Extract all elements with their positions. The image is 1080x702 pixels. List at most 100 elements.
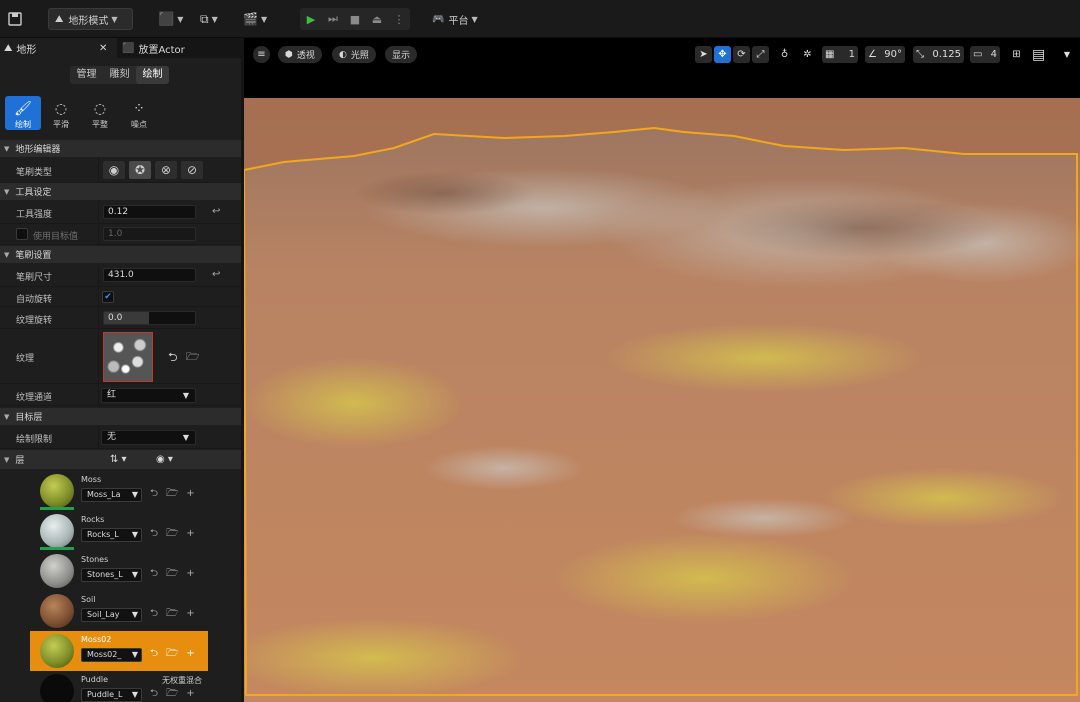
layer-info-dropdown[interactable]: Puddle_L ▼ — [81, 688, 142, 702]
list-item[interactable]: Soil Soil_Lay ▼ ⮌🗁+ — [30, 591, 208, 631]
list-item[interactable]: Stones Stones_L ▼ ⮌🗁+ — [30, 551, 208, 591]
tab-paint[interactable]: 绘制 — [136, 66, 169, 84]
surface-snap-icon[interactable]: ✲ — [799, 46, 816, 63]
list-item-selected[interactable]: Moss02 Moss02_ ▼ ⮌🗁+ — [30, 631, 208, 671]
reset-icon[interactable]: ↩ — [212, 269, 220, 280]
brush-pattern-icon[interactable]: ⊗ — [155, 161, 177, 179]
add-icon[interactable]: + — [186, 528, 202, 539]
level-viewport[interactable]: ≡ ⬢ 透视 ◐ 光照 显示 ➤ ✥ ⟳ ⤢ ♁ ✲ ▦ 1 ∠ 90° ⤡ 0… — [244, 38, 1080, 702]
camera-speed-button[interactable]: ▭ 4 — [970, 46, 1000, 63]
tool-smooth[interactable]: ◌ 平滑 — [43, 96, 79, 130]
use-selected-icon[interactable]: ⮌ — [150, 488, 166, 499]
use-selected-icon[interactable]: ⮌ — [168, 348, 178, 369]
add-icon[interactable]: + — [186, 608, 202, 619]
paint-restriction-dropdown[interactable]: 无 ▼ — [101, 430, 196, 445]
layer-info-dropdown[interactable]: Stones_L ▼ — [81, 568, 142, 582]
brush-alpha-icon[interactable]: ✪ — [129, 161, 151, 179]
tool-flatten[interactable]: ◌ 平整 — [82, 96, 118, 130]
stop-icon[interactable]: ■ — [344, 13, 366, 26]
section-landscape-editor[interactable]: ▼ 地形编辑器 — [0, 140, 241, 157]
tab-manage[interactable]: 管理 — [70, 66, 103, 84]
use-selected-icon[interactable]: ⮌ — [150, 608, 166, 619]
add-actor-icon[interactable]: ⬛ ▼ — [158, 8, 183, 30]
browse-folder-icon[interactable]: 🗁 — [166, 608, 186, 619]
texture-channel-dropdown[interactable]: 红 ▼ — [101, 388, 196, 403]
brush-circle-icon[interactable]: ◉ — [103, 161, 125, 179]
texture-thumbnail[interactable] — [103, 332, 153, 382]
tab-place-actor[interactable]: ⬛ 放置Actor — [118, 38, 241, 58]
tool-label: 绘制 — [15, 120, 31, 129]
layer-info-dropdown[interactable]: Rocks_L ▼ — [81, 528, 142, 542]
layout-menu[interactable]: ▤ ▼ — [1029, 46, 1073, 63]
tab-landscape[interactable]: ⛰ 地形 ✕ — [0, 38, 117, 58]
list-item[interactable]: Moss Moss_La ▼ ⮌🗁+ — [30, 471, 208, 511]
brush-component-icon[interactable]: ⊘ — [181, 161, 203, 179]
brush-size-input[interactable]: 431.0 — [103, 268, 196, 282]
scale-snap-icon: ⤡ — [916, 49, 924, 60]
add-icon[interactable]: + — [186, 488, 202, 499]
scale-icon[interactable]: ⤢ — [752, 46, 769, 63]
rotate-icon[interactable]: ⟳ — [733, 46, 750, 63]
mode-selector[interactable]: ⛰ 地形模式 ▼ — [48, 8, 133, 30]
close-icon[interactable]: ✕ — [99, 43, 107, 54]
save-icon[interactable] — [8, 8, 22, 30]
list-item[interactable]: Rocks Rocks_L ▼ ⮌🗁+ — [30, 511, 208, 551]
section-tool-settings[interactable]: ▼ 工具设定 — [0, 183, 241, 200]
select-icon[interactable]: ➤ — [695, 46, 712, 63]
section-title: 地形编辑器 — [15, 145, 61, 155]
use-selected-icon[interactable]: ⮌ — [150, 568, 166, 579]
sort-icon[interactable]: ⇅ ▾ — [110, 454, 127, 465]
section-target-layer[interactable]: ▼ 目标层 — [0, 408, 241, 425]
use-target-checkbox[interactable] — [16, 228, 28, 240]
texture-label: 纹理 — [16, 354, 35, 364]
use-selected-icon[interactable]: ⮌ — [150, 528, 166, 539]
add-icon[interactable]: + — [186, 688, 202, 699]
browse-folder-icon[interactable]: 🗁 — [186, 348, 200, 367]
auto-rotate-checkbox[interactable]: ✔ — [102, 291, 114, 303]
platform-menu[interactable]: 🎮 平台 ▼ — [432, 8, 478, 30]
section-layers[interactable]: ▼ 层 ⇅ ▾ ◉ ▾ — [0, 450, 241, 469]
cinematics-icon[interactable]: 🎬 ▼ — [243, 8, 267, 30]
scale-snap-button[interactable]: ⤡ 0.125 — [913, 46, 964, 63]
eject-icon[interactable]: ⏏ — [366, 13, 388, 26]
landscape-icon: ⛰ — [4, 42, 13, 54]
browse-folder-icon[interactable]: 🗁 — [166, 688, 186, 699]
use-selected-icon[interactable]: ⮌ — [150, 688, 166, 699]
section-title: 工具设定 — [15, 188, 52, 198]
section-brush-settings[interactable]: ▼ 笔刷设置 — [0, 246, 241, 263]
use-selected-icon[interactable]: ⮌ — [150, 648, 166, 659]
tool-paint[interactable]: 🖌 绘制 — [5, 96, 41, 130]
add-icon[interactable]: + — [186, 648, 202, 659]
list-item[interactable]: Puddle 无权重混合 Puddle_L ▼ ⮌🗁+ — [30, 671, 208, 702]
show-button[interactable]: 显示 — [385, 46, 418, 63]
noise-icon: ⁘ — [133, 101, 145, 117]
visibility-icon[interactable]: ◉ ▾ — [156, 454, 173, 465]
browse-folder-icon[interactable]: 🗁 — [166, 568, 186, 579]
grid-snap-button[interactable]: ▦ 1 — [822, 46, 858, 63]
world-local-icon[interactable]: ♁ — [776, 46, 793, 63]
layer-info-dropdown[interactable]: Soil_Lay ▼ — [81, 608, 142, 622]
rotation-snap-button[interactable]: ∠ 90° — [865, 46, 905, 63]
lighting-button[interactable]: ◐ 光照 — [332, 46, 376, 63]
blueprint-icon[interactable]: ⧉ ▼ — [200, 8, 218, 30]
browse-folder-icon[interactable]: 🗁 — [166, 488, 186, 499]
texture-rotation-slider[interactable]: 0.0 — [103, 311, 196, 325]
layer-info-dropdown[interactable]: Moss02_ ▼ — [81, 648, 142, 662]
browse-folder-icon[interactable]: 🗁 — [166, 528, 186, 539]
hamburger-menu-icon[interactable]: ≡ — [253, 46, 270, 63]
step-icon[interactable]: ⏭ — [322, 12, 344, 26]
layer-info-dropdown[interactable]: Moss_La ▼ — [81, 488, 142, 502]
section-title: 目标层 — [15, 413, 43, 423]
maximize-icon[interactable]: ⊞ — [1008, 46, 1025, 63]
play-icon[interactable]: ▶ — [300, 13, 322, 26]
perspective-button[interactable]: ⬢ 透视 — [278, 46, 322, 63]
tool-noise[interactable]: ⁘ 噪点 — [121, 96, 157, 130]
terrain-view[interactable] — [244, 98, 1080, 702]
reset-icon[interactable]: ↩ — [212, 206, 220, 217]
add-icon[interactable]: + — [186, 568, 202, 579]
translate-icon[interactable]: ✥ — [714, 46, 731, 63]
tab-sculpt[interactable]: 雕刻 — [103, 66, 136, 84]
more-options-icon[interactable]: ⋮ — [388, 13, 410, 26]
tool-strength-input[interactable]: 0.12 — [103, 205, 196, 219]
browse-folder-icon[interactable]: 🗁 — [166, 648, 186, 659]
